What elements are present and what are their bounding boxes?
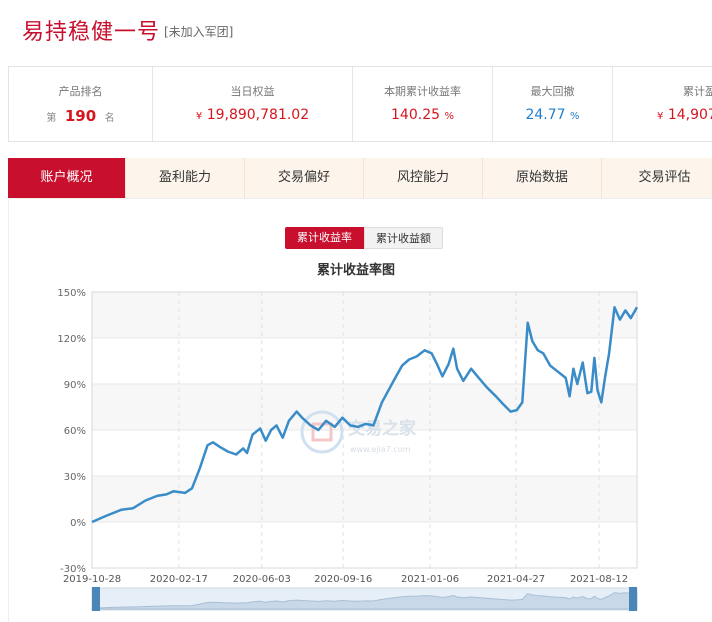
x-tick-label: 2021-04-27 [487,574,545,585]
y-tick-label: 90% [64,380,86,391]
line-chart: 150%120%90%60%30%0%-30%2019-10-28 2020-02… [57,288,639,611]
x-tick-label: 2019-10-28 [63,574,121,585]
grid-band [92,292,637,338]
x-tick-label: 2020-09-16 [314,574,372,585]
zoom-handle-right[interactable] [629,587,637,611]
y-tick-label: 0% [70,518,86,529]
y-tick-label: 60% [64,426,86,437]
x-tick-label: 2020-02-17 [150,574,208,585]
grid-band [92,476,637,522]
x-tick-label: 2020-06-03 [233,574,291,585]
watermark-text: 交易之家 [348,418,416,439]
watermark-url: www.ejia7.com [350,445,411,454]
x-tick-label: 2021-01-06 [401,574,459,585]
zoom-handle-left[interactable] [92,587,100,611]
x-tick-label: 2021-08-12 [570,574,628,585]
y-tick-label: 30% [64,472,86,483]
y-tick-label: 120% [57,334,86,345]
y-tick-label: 150% [57,288,86,299]
